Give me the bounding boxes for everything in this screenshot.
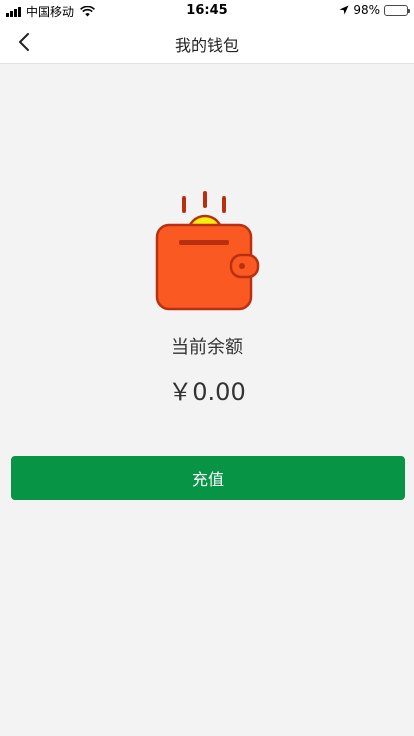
wallet-slot	[179, 240, 229, 245]
wallet-screen: 中国移动 16:45 98% 我的钱包 当前余额 ￥0.00 充值	[0, 0, 414, 736]
motion-line	[182, 196, 186, 213]
wallet-icon	[155, 191, 260, 311]
battery-icon	[384, 4, 410, 16]
battery-percent: 98%	[353, 3, 380, 17]
page-title: 我的钱包	[174, 36, 239, 55]
status-bar: 中国移动 16:45 98%	[0, 0, 414, 20]
recharge-button[interactable]: 充值	[11, 456, 405, 500]
motion-line	[203, 191, 207, 208]
balance-value: ￥0.00	[168, 378, 246, 406]
balance-label: 当前余额	[171, 337, 243, 358]
status-right: 98%	[339, 3, 410, 17]
motion-line	[222, 196, 226, 213]
clasp-dot	[239, 263, 245, 269]
nav-bar: 我的钱包	[0, 20, 414, 64]
location-arrow-icon	[339, 5, 349, 15]
